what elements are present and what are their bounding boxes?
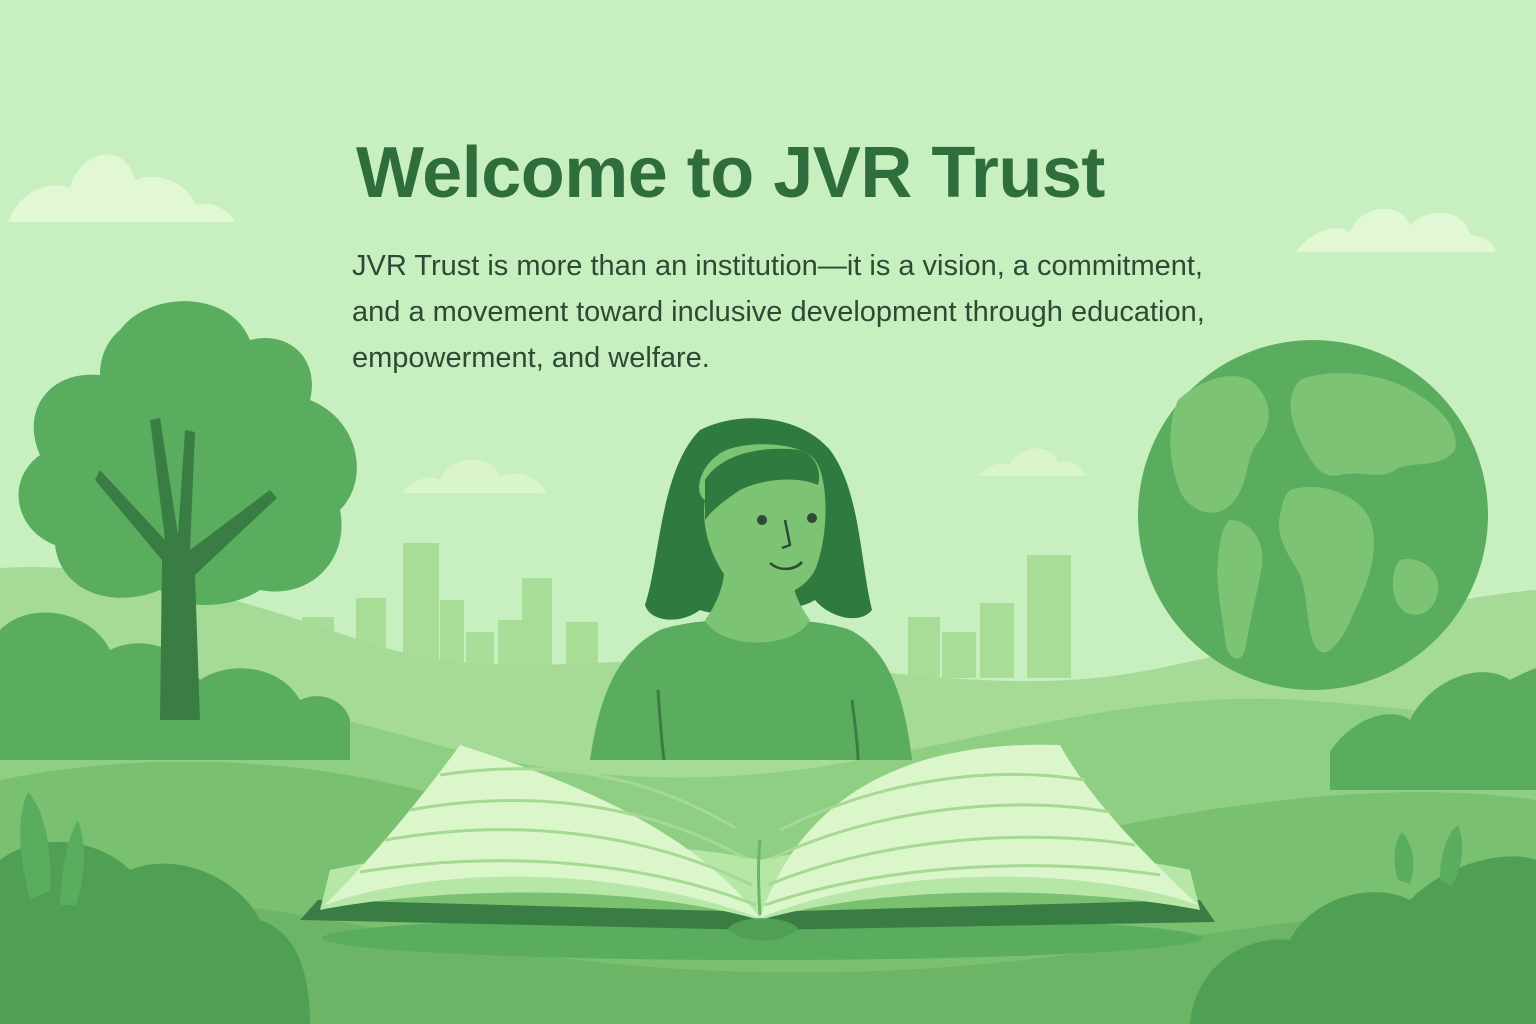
cloud-icon bbox=[1296, 208, 1496, 252]
cloud-icon bbox=[8, 154, 235, 222]
cloud-icon bbox=[402, 459, 547, 493]
globe-icon bbox=[1138, 340, 1488, 690]
cloud-icon bbox=[978, 448, 1086, 476]
hero-banner: Welcome to JVR Trust JVR Trust is more t… bbox=[0, 0, 1536, 1024]
hero-description: JVR Trust is more than an institution—it… bbox=[352, 250, 1205, 374]
person-reading bbox=[590, 418, 912, 761]
page-title: Welcome to JVR Trust bbox=[356, 133, 1105, 213]
